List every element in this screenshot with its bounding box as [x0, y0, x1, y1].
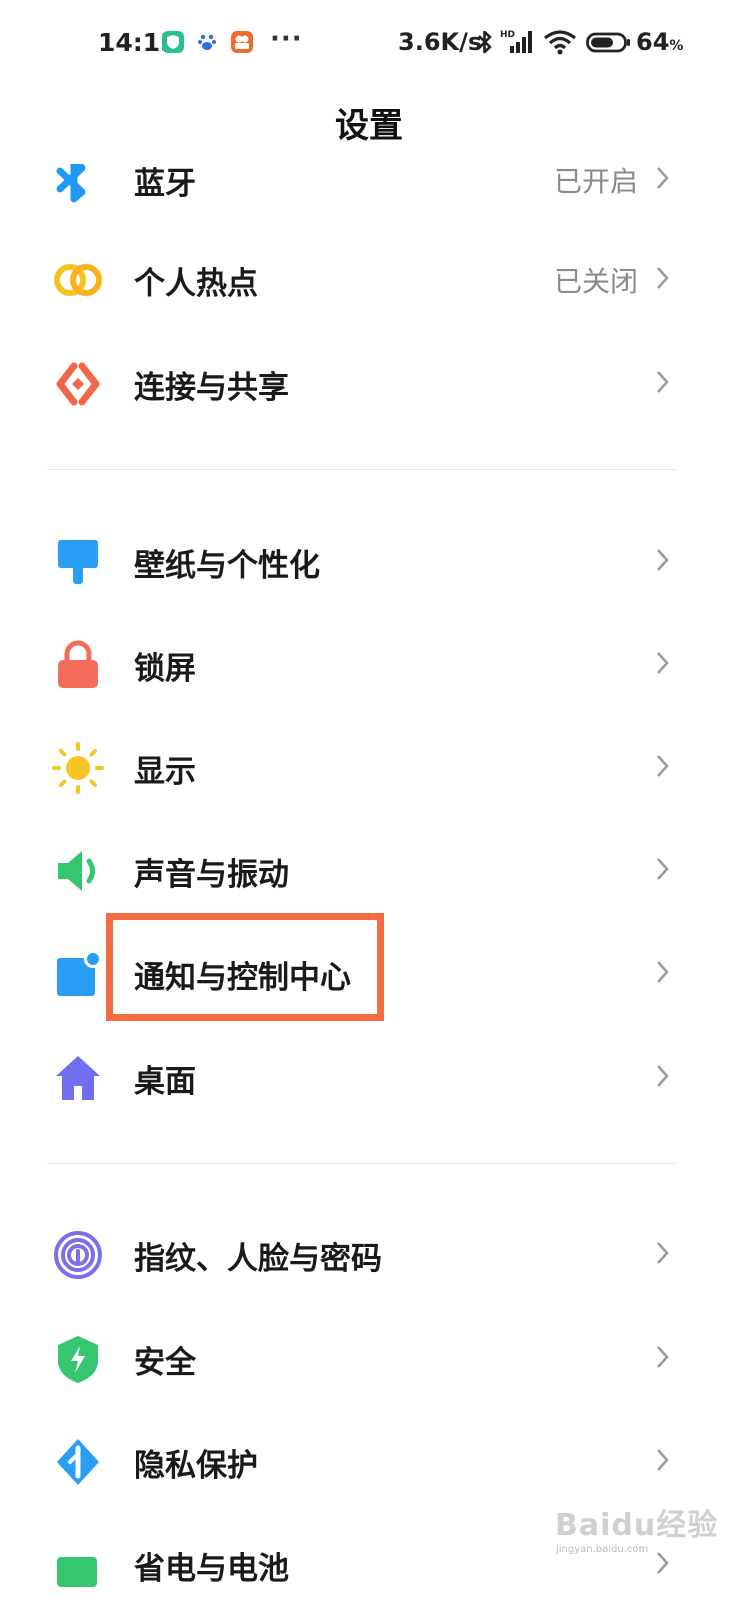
settings-item-label: 桌面: [134, 1064, 196, 1100]
settings-item-label: 声音与振动: [134, 857, 289, 893]
chevron-right-icon: [657, 961, 669, 983]
hd-signal-icon: HD: [500, 28, 536, 60]
chevron-right-icon: [657, 1449, 669, 1471]
settings-item-display[interactable]: 显示: [0, 714, 738, 818]
video-app-icon: [231, 31, 253, 53]
settings-item-connection-share[interactable]: 连接与共享: [0, 330, 738, 434]
privacy-icon: [57, 1439, 99, 1485]
notification-icon: [57, 950, 102, 996]
more-notifications-icon: ···: [270, 24, 303, 54]
watermark-url: jingyan.baidu.com: [556, 1544, 649, 1555]
chevron-right-icon: [657, 755, 669, 777]
lock-icon: [58, 640, 98, 688]
page-title: 设置: [335, 106, 403, 146]
section-divider: [47, 469, 677, 470]
home-icon: [56, 1056, 100, 1100]
settings-item-label: 安全: [134, 1345, 196, 1381]
settings-item-label: 省电与电池: [134, 1551, 289, 1587]
status-bar: 14:15 ··· 3.6K/s HD 64%: [0, 0, 738, 88]
chevron-right-icon: [657, 1346, 669, 1368]
settings-item-sound[interactable]: 声音与振动: [0, 817, 738, 921]
chevron-right-icon: [657, 549, 669, 571]
settings-item-fingerprint[interactable]: 指纹、人脸与密码: [0, 1201, 738, 1305]
chevron-right-icon: [657, 1065, 669, 1087]
settings-item-status: 已关闭: [553, 265, 638, 298]
settings-item-label: 显示: [134, 754, 196, 790]
fingerprint-icon: [54, 1231, 102, 1279]
baidu-app-icon: [196, 31, 218, 53]
chevron-right-icon: [657, 1552, 669, 1574]
security-shield-icon: [58, 1336, 98, 1383]
section-divider: [47, 1163, 677, 1164]
chevron-right-icon: [657, 652, 669, 674]
sun-icon: [52, 742, 104, 794]
chevron-right-icon: [657, 858, 669, 880]
hotspot-icon: [54, 264, 102, 296]
settings-item-wallpaper[interactable]: 壁纸与个性化: [0, 508, 738, 612]
bluetooth-status-icon: [476, 28, 494, 60]
settings-item-privacy[interactable]: 隐私保护: [0, 1408, 738, 1512]
settings-item-label: 指纹、人脸与密码: [134, 1241, 382, 1277]
highlight-box: [106, 913, 384, 1021]
settings-item-security[interactable]: 安全: [0, 1305, 738, 1409]
wifi-icon: [543, 28, 577, 60]
battery-icon: [586, 28, 632, 60]
settings-item-status: 已开启: [553, 165, 638, 198]
chevron-right-icon: [657, 371, 669, 393]
battery-saver-icon: [57, 1557, 97, 1587]
settings-item-hotspot[interactable]: 个人热点 已关闭: [0, 226, 738, 330]
settings-item-label: 个人热点: [134, 266, 258, 302]
settings-item-label: 锁屏: [134, 651, 196, 687]
chevron-right-icon: [657, 1242, 669, 1264]
settings-item-label: 蓝牙: [134, 166, 196, 202]
chevron-right-icon: [657, 167, 669, 189]
network-speed: 3.6K/s: [398, 28, 483, 56]
svg-text:HD: HD: [500, 30, 515, 40]
watermark: Baidu经验: [555, 1508, 719, 1543]
paint-brush-icon: [58, 540, 98, 584]
chevron-right-icon: [657, 267, 669, 289]
connection-share-icon: [56, 362, 100, 406]
header-bar: 设置: [0, 88, 738, 164]
speaker-icon: [58, 851, 95, 891]
settings-item-desktop[interactable]: 桌面: [0, 1024, 738, 1128]
battery-percentage: 64%: [636, 28, 684, 56]
shield-app-icon: [162, 31, 184, 53]
settings-item-label: 壁纸与个性化: [134, 548, 320, 584]
settings-item-lockscreen[interactable]: 锁屏: [0, 611, 738, 715]
settings-item-label: 连接与共享: [134, 370, 289, 406]
settings-item-label: 隐私保护: [134, 1448, 258, 1484]
